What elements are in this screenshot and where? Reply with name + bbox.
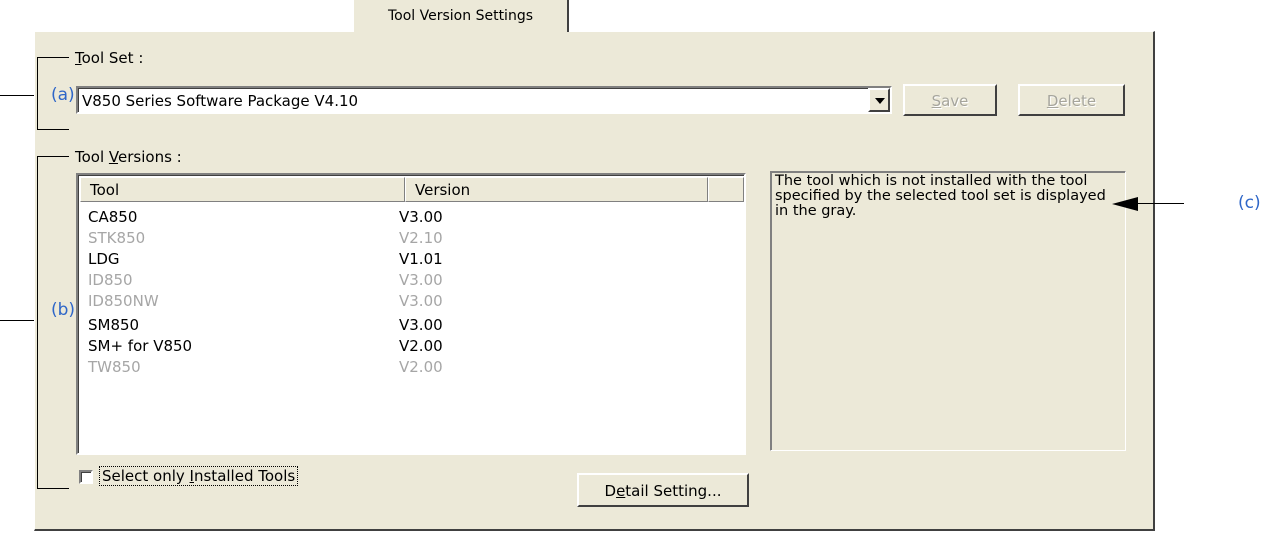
callout-line-a: [0, 95, 37, 96]
callout-label-a-panel: (a): [51, 85, 75, 105]
callout-line-c: [1136, 203, 1184, 204]
list-item[interactable]: SM850 V3.00: [88, 316, 728, 338]
list-item[interactable]: CA850 V3.00: [88, 208, 728, 230]
tool-version: V2.00: [399, 358, 443, 376]
tool-name: SM850: [88, 316, 140, 334]
tool-name: ID850NW: [88, 292, 159, 310]
dropdown-button[interactable]: [868, 88, 890, 112]
detail-setting-button[interactable]: Detail Setting...: [577, 473, 749, 507]
tool-set-selected-value: V850 Series Software Package V4.10: [82, 92, 359, 110]
callout-label-c: (c): [1238, 193, 1261, 213]
tool-name: ID850: [88, 271, 133, 289]
tool-name: LDG: [88, 250, 120, 268]
list-item[interactable]: STK850 V2.10: [88, 229, 728, 251]
tool-version: V3.00: [399, 316, 443, 334]
tool-name: CA850: [88, 208, 138, 226]
callout-arrowhead-c: [1112, 197, 1138, 211]
delete-button[interactable]: Delete: [1018, 84, 1125, 116]
tab-label: Tool Version Settings: [388, 8, 533, 24]
column-header-tool[interactable]: Tool: [80, 177, 405, 202]
tool-version: V3.00: [399, 271, 443, 289]
save-button[interactable]: Save: [903, 84, 997, 116]
list-item[interactable]: ID850 V3.00: [88, 271, 728, 293]
installed-only-checkbox[interactable]: [79, 470, 93, 484]
tool-version: V1.01: [399, 250, 443, 268]
chevron-down-icon: [875, 98, 885, 104]
tool-version: V2.10: [399, 229, 443, 247]
list-item[interactable]: LDG V1.01: [88, 250, 728, 272]
tool-name: TW850: [88, 358, 141, 376]
tool-set-dropdown[interactable]: V850 Series Software Package V4.10: [76, 86, 892, 114]
callout-bracket-b-inner: [37, 156, 69, 489]
tool-version-list[interactable]: Tool Version CA850 V3.00 STK850 V2.10 LD…: [76, 173, 746, 455]
callout-label-b-panel: (b): [51, 300, 76, 320]
tool-version: V3.00: [399, 208, 443, 226]
tool-version: V2.00: [399, 337, 443, 355]
installed-only-label[interactable]: Select only Installed Tools: [99, 466, 299, 486]
list-item[interactable]: ID850NW V3.00: [88, 292, 728, 314]
tool-name: SM+ for V850: [88, 337, 193, 355]
tool-version: V3.00: [399, 292, 443, 310]
column-header-empty[interactable]: [708, 177, 744, 202]
list-item[interactable]: SM+ for V850 V2.00: [88, 337, 728, 359]
description-box: The tool which is not installed with the…: [770, 171, 1126, 451]
column-header-version[interactable]: Version: [405, 177, 708, 202]
description-text: The tool which is not installed with the…: [775, 173, 1106, 219]
tool-set-label: Tool Set :: [72, 49, 147, 67]
callout-line-b: [0, 320, 37, 321]
tool-versions-label: Tool Versions :: [72, 148, 185, 166]
tool-name: STK850: [88, 229, 146, 247]
tab-tool-version-settings[interactable]: Tool Version Settings: [353, 0, 569, 32]
list-item[interactable]: TW850 V2.00: [88, 358, 728, 380]
